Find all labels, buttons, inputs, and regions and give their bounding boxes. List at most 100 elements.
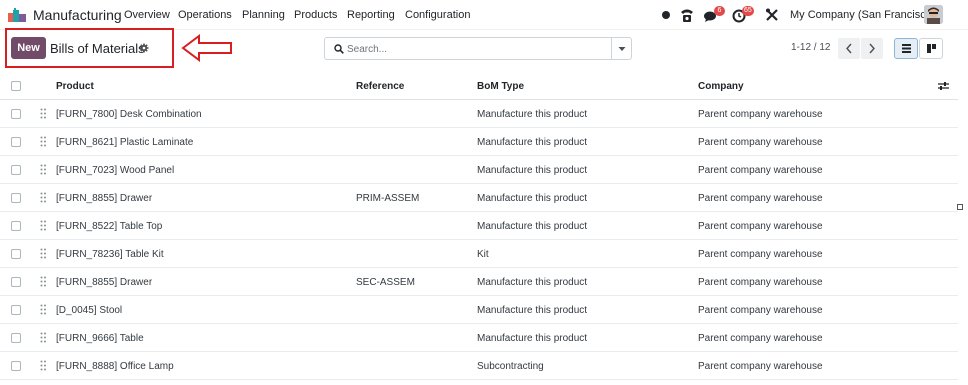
- menu-operations[interactable]: Operations: [178, 9, 232, 21]
- table-row[interactable]: [FURN_78236] Table Kit Kit Parent company …: [0, 240, 958, 268]
- menu-configuration[interactable]: Configuration: [405, 9, 470, 21]
- app-logo-icon[interactable]: [8, 8, 26, 22]
- menu-products[interactable]: Products: [294, 9, 337, 21]
- row-checkbox[interactable]: [11, 165, 21, 175]
- cell-reference: PRIM-ASSEM: [356, 193, 420, 204]
- table-row[interactable]: [FURN_8855] Drawer SEC-ASSEM Manufacture t…: [0, 268, 958, 296]
- list-view-icon: [902, 44, 911, 53]
- table-row[interactable]: [FURN_7800] Desk Combination Manufacture …: [0, 100, 958, 128]
- column-company[interactable]: Company: [698, 81, 744, 92]
- table-row[interactable]: [FURN_8621] Plastic Laminate Manufacture …: [0, 128, 958, 156]
- list-view-button[interactable]: [894, 38, 918, 59]
- menu-reporting[interactable]: Reporting: [347, 9, 395, 21]
- resize-handle[interactable]: [957, 204, 963, 210]
- caret-down-icon: [618, 47, 626, 51]
- cell-product: [FURN_8855] Drawer: [56, 193, 153, 204]
- cell-bom-type: Manufacture this product: [477, 193, 588, 204]
- kanban-view-icon: [927, 44, 936, 53]
- activity-badge: 65: [742, 6, 754, 16]
- cell-bom-type: Subcontracting: [477, 361, 544, 372]
- cell-bom-type: Manufacture this product: [477, 221, 588, 232]
- cell-bom-type: Manufacture this product: [477, 165, 588, 176]
- table-header: Product Reference BoM Type Company: [0, 72, 958, 100]
- drag-handle-icon[interactable]: [40, 108, 47, 119]
- cell-company: Parent company warehouse: [698, 277, 823, 288]
- drag-handle-icon[interactable]: [40, 276, 47, 287]
- cell-company: Parent company warehouse: [698, 361, 823, 372]
- pager-previous-button[interactable]: [838, 38, 860, 59]
- cell-product: [FURN_8888] Office Lamp: [56, 361, 174, 372]
- drag-handle-icon[interactable]: [40, 304, 47, 315]
- kanban-view-button[interactable]: [919, 38, 943, 59]
- cell-product: [FURN_9666] Table: [56, 333, 144, 344]
- table-row[interactable]: [D_0045] Stool Manufacture this product Pa…: [0, 296, 958, 324]
- cell-bom-type: Manufacture this product: [477, 305, 588, 316]
- table-row[interactable]: [FURN_8855] Drawer PRIM-ASSEM Manufacture …: [0, 184, 958, 212]
- table-row[interactable]: [FURN_8888] Office Lamp Subcontracting Par…: [0, 352, 958, 380]
- menu-overview[interactable]: Overview: [124, 9, 170, 21]
- drag-handle-icon[interactable]: [40, 164, 47, 175]
- cell-bom-type: Manufacture this product: [477, 333, 588, 344]
- table-row[interactable]: [FURN_7023] Wood Panel Manufacture this p…: [0, 156, 958, 184]
- top-navbar: Manufacturing Overview Operations Planni…: [0, 0, 968, 30]
- drag-handle-icon[interactable]: [40, 332, 47, 343]
- cell-bom-type: Kit: [477, 249, 489, 260]
- cell-product: [FURN_8855] Drawer: [56, 277, 153, 288]
- cell-bom-type: Manufacture this product: [477, 109, 588, 120]
- drag-handle-icon[interactable]: [40, 360, 47, 371]
- drag-handle-icon[interactable]: [40, 248, 47, 259]
- cell-company: Parent company warehouse: [698, 193, 823, 204]
- status-dot-icon[interactable]: [661, 6, 671, 24]
- chevron-left-icon: [846, 43, 852, 54]
- red-arrow-icon: [181, 34, 232, 62]
- cell-company: Parent company warehouse: [698, 109, 823, 120]
- cell-company: Parent company warehouse: [698, 333, 823, 344]
- row-checkbox[interactable]: [11, 277, 21, 287]
- column-bom-type[interactable]: BoM Type: [477, 81, 524, 92]
- row-checkbox[interactable]: [11, 305, 21, 315]
- user-avatar-icon: [924, 5, 943, 24]
- search-bar: [324, 37, 632, 60]
- search-input[interactable]: [347, 40, 605, 58]
- pager-next-button[interactable]: [861, 38, 883, 59]
- cell-product: [FURN_7800] Desk Combination: [56, 109, 202, 120]
- table-row[interactable]: [FURN_8522] Table Top Manufacture this pr…: [0, 212, 958, 240]
- drag-handle-icon[interactable]: [40, 220, 47, 231]
- chat-badge: 6: [714, 6, 725, 16]
- row-checkbox[interactable]: [11, 109, 21, 119]
- menu-planning[interactable]: Planning: [242, 9, 285, 21]
- cell-product: [FURN_8621] Plastic Laminate: [56, 137, 194, 148]
- cell-bom-type: Manufacture this product: [477, 137, 588, 148]
- cell-company: Parent company warehouse: [698, 137, 823, 148]
- cell-product: [FURN_78236] Table Kit: [56, 249, 164, 260]
- select-all-checkbox[interactable]: [11, 81, 21, 91]
- table-row[interactable]: [FURN_9666] Table Manufacture this produc…: [0, 324, 958, 352]
- drag-handle-icon[interactable]: [40, 192, 47, 203]
- column-product[interactable]: Product: [56, 81, 94, 92]
- cell-company: Parent company warehouse: [698, 249, 823, 260]
- cell-product: [FURN_7023] Wood Panel: [56, 165, 175, 176]
- cell-company: Parent company warehouse: [698, 221, 823, 232]
- optional-columns-icon[interactable]: [938, 81, 949, 91]
- row-checkbox[interactable]: [11, 333, 21, 343]
- row-checkbox[interactable]: [11, 361, 21, 371]
- cell-product: [D_0045] Stool: [56, 305, 123, 316]
- row-checkbox[interactable]: [11, 249, 21, 259]
- app-name[interactable]: Manufacturing: [33, 7, 122, 23]
- column-reference[interactable]: Reference: [356, 81, 404, 92]
- search-options-toggle[interactable]: [611, 38, 631, 59]
- tools-icon[interactable]: [764, 6, 780, 24]
- avatar[interactable]: [924, 5, 943, 24]
- row-checkbox[interactable]: [11, 221, 21, 231]
- row-checkbox[interactable]: [11, 137, 21, 147]
- cell-bom-type: Manufacture this product: [477, 277, 588, 288]
- cell-company: Parent company warehouse: [698, 305, 823, 316]
- drag-handle-icon[interactable]: [40, 136, 47, 147]
- cell-reference: SEC-ASSEM: [356, 277, 415, 288]
- annotation-highlight-box: [5, 28, 174, 68]
- chevron-right-icon: [869, 43, 875, 54]
- company-switcher[interactable]: My Company (San Francisco): [790, 9, 936, 21]
- phone-icon[interactable]: [679, 6, 695, 24]
- row-checkbox[interactable]: [11, 193, 21, 203]
- pager-value[interactable]: 1-12 / 12: [791, 42, 830, 53]
